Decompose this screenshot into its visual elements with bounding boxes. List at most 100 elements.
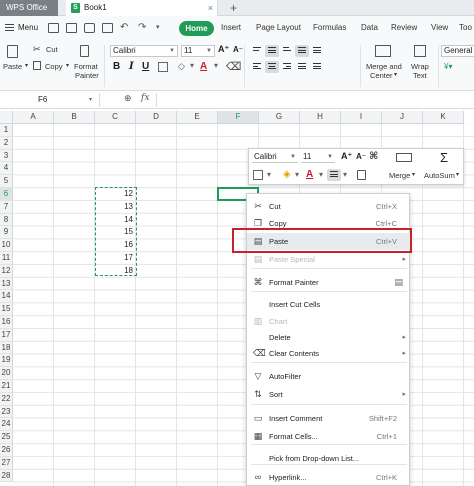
tab-tools[interactable]: Too (459, 23, 472, 32)
autosum-dropdown-icon[interactable]: ▾ (456, 171, 459, 178)
quick-access-dropdown-icon[interactable]: ▾ (156, 23, 167, 33)
align-right-icon[interactable] (280, 61, 294, 73)
menu-item-pick-from-drop-down-list[interactable]: Pick from Drop-down List... (247, 450, 411, 467)
mini-size-combo[interactable]: 11 ▼ (301, 152, 335, 163)
bold-icon[interactable]: B (113, 61, 120, 72)
row-header-14[interactable]: 14 (0, 290, 13, 304)
column-header-e[interactable]: E (177, 111, 218, 124)
mini-format-painter-icon[interactable]: ⌘ (369, 151, 378, 162)
column-header-a[interactable]: A (13, 111, 54, 124)
row-header-3[interactable]: 3 (0, 149, 13, 163)
clear-icon[interactable]: ⌫ (226, 60, 242, 73)
column-header-f[interactable]: F (218, 111, 259, 124)
row-header-16[interactable]: 16 (0, 316, 13, 329)
paste-button[interactable]: Paste (3, 62, 22, 71)
hamburger-icon[interactable] (5, 24, 14, 31)
column-header-k[interactable]: K (423, 111, 464, 124)
align-center-icon[interactable] (265, 61, 279, 73)
mini-borders-icon[interactable] (253, 170, 263, 180)
close-tab-icon[interactable]: × (208, 0, 213, 16)
number-format-combo[interactable]: General (441, 45, 474, 57)
tab-formulas[interactable]: Formulas (313, 23, 346, 32)
grow-font-icon[interactable]: A⁺ (218, 44, 229, 55)
align-top-icon[interactable] (250, 45, 264, 57)
merge-dropdown-icon[interactable]: ▾ (394, 71, 397, 78)
autosum-button[interactable]: AutoSum (424, 171, 455, 180)
row-header-13[interactable]: 13 (0, 277, 13, 291)
mini-fill-color-dropdown-icon[interactable]: ▾ (295, 170, 299, 179)
mini-align-center-icon[interactable] (327, 169, 341, 181)
fill-color-icon[interactable]: ◇ (178, 61, 185, 72)
font-size-combo[interactable]: 11 ▼ (181, 45, 215, 57)
mini-font-color-icon[interactable]: A (306, 169, 313, 180)
currency-icon[interactable]: ¥▾ (444, 62, 452, 71)
row-header-28[interactable]: 28 (0, 469, 13, 483)
borders-icon[interactable] (158, 62, 168, 72)
italic-icon[interactable]: I (129, 61, 134, 72)
menu-item-hyperlink[interactable]: ∞ Hyperlink... Ctrl+K (247, 469, 411, 486)
fx-icon[interactable]: fx (141, 93, 149, 103)
tab-review[interactable]: Review (391, 23, 417, 32)
tab-home[interactable]: Home (179, 21, 214, 36)
menu-item-insert-comment[interactable]: ▭ Insert Comment Shift+F2 (247, 410, 411, 427)
row-header-26[interactable]: 26 (0, 444, 13, 457)
copy-dropdown-icon[interactable]: ▾ (66, 62, 69, 69)
cut-button[interactable]: Cut (46, 45, 58, 54)
print-icon[interactable] (84, 23, 95, 33)
row-header-24[interactable]: 24 (0, 418, 13, 432)
tab-insert[interactable]: Insert (221, 23, 241, 32)
tab-view[interactable]: View (431, 23, 448, 32)
merge-and-center-button[interactable]: Merge and (366, 62, 402, 71)
book1-tab[interactable]: S Book1 × (66, 0, 218, 16)
font-color-dropdown-icon[interactable]: ▾ (214, 61, 218, 70)
redo-icon[interactable]: ↷ (138, 23, 149, 33)
align-right-top-icon[interactable] (310, 45, 324, 57)
row-header-9[interactable]: 9 (0, 226, 13, 240)
row-header-6[interactable]: 6 (0, 188, 13, 201)
row-header-15[interactable]: 15 (0, 303, 13, 316)
row-header-2[interactable]: 2 (0, 136, 13, 150)
print-preview-icon[interactable] (102, 23, 113, 33)
menu-button[interactable]: Menu (18, 23, 38, 32)
column-header-j[interactable]: J (382, 111, 423, 124)
align-bottom-icon[interactable] (280, 45, 294, 57)
mini-fill-color-icon[interactable]: ◈ (283, 169, 291, 180)
select-all-corner[interactable] (0, 111, 13, 124)
new-file-icon[interactable] (48, 23, 59, 33)
menu-item-format-cells[interactable]: ▦ Format Cells... Ctrl+1 (247, 428, 411, 445)
menu-item-format-painter[interactable]: ⌘ Format Painter (247, 274, 411, 291)
column-header-h[interactable]: H (300, 111, 341, 124)
shrink-font-icon[interactable]: A⁻ (233, 45, 243, 54)
menu-item-cut[interactable]: ✂ Cut Ctrl+X (247, 198, 411, 215)
menu-item-autofilter[interactable]: ▽ AutoFilter (247, 368, 411, 385)
row-header-5[interactable]: 5 (0, 175, 13, 188)
formula-input[interactable] (156, 93, 474, 107)
align-center-top-icon[interactable] (295, 45, 309, 57)
copy-button[interactable]: Copy (45, 62, 63, 71)
column-header-g[interactable]: G (259, 111, 300, 124)
fill-color-dropdown-icon[interactable]: ▾ (190, 61, 194, 70)
format-painter-button[interactable]: Format (74, 62, 98, 71)
font-color-icon[interactable]: A (200, 61, 207, 72)
mini-font-combo[interactable]: Calibri ▼ (252, 152, 298, 163)
align-middle-icon[interactable] (265, 45, 279, 57)
paste-dropdown-icon[interactable]: ▾ (25, 62, 28, 69)
align-left-icon[interactable] (250, 61, 264, 73)
row-header-4[interactable]: 4 (0, 162, 13, 176)
mini-merge-dropdown-icon[interactable]: ▾ (412, 171, 415, 178)
zoom-icon[interactable]: ⊕ (124, 93, 132, 104)
name-box[interactable]: F6 ▾ (0, 93, 100, 107)
tab-page-layout[interactable]: Page Layout (256, 23, 301, 32)
mini-align-dropdown-icon[interactable]: ▾ (343, 170, 347, 179)
underline-icon[interactable]: U (142, 61, 149, 72)
justify-icon[interactable] (295, 61, 309, 73)
new-tab-plus-icon[interactable]: + (230, 0, 237, 16)
distributed-icon[interactable] (310, 61, 324, 73)
row-header-21[interactable]: 21 (0, 380, 13, 393)
open-folder-icon[interactable] (66, 23, 77, 33)
row-header-27[interactable]: 27 (0, 456, 13, 470)
column-header-c[interactable]: C (95, 111, 136, 124)
undo-icon[interactable]: ↶ (120, 23, 131, 33)
tab-data[interactable]: Data (361, 23, 378, 32)
row-header-17[interactable]: 17 (0, 328, 13, 342)
